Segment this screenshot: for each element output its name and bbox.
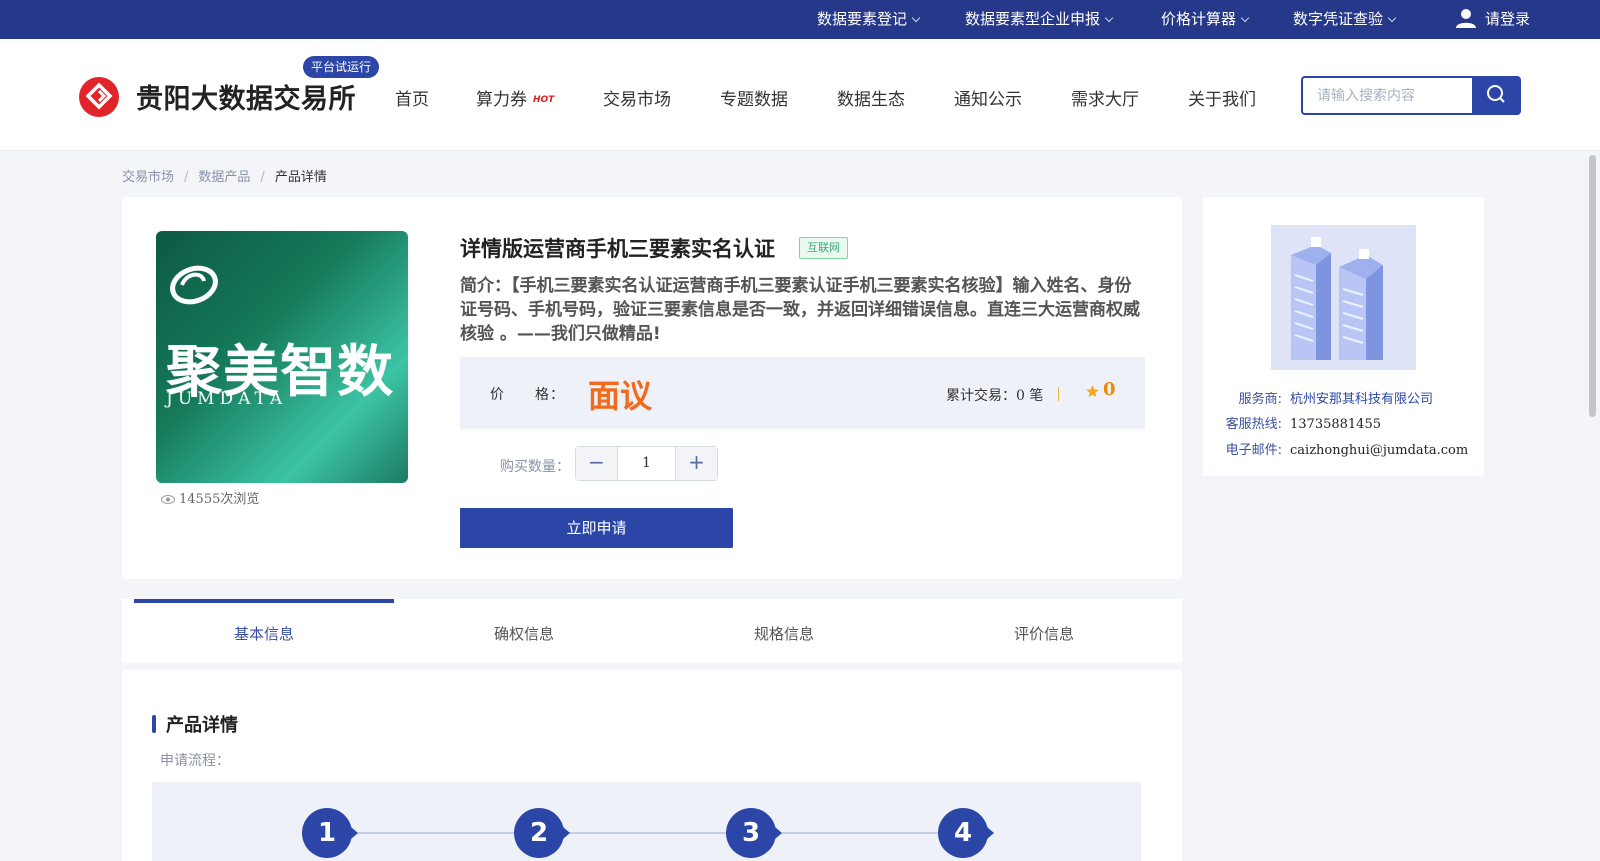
section-title: 产品详情 bbox=[152, 711, 238, 737]
nav-market[interactable]: 交易市场 bbox=[603, 85, 671, 110]
nav-ecosystem[interactable]: 数据生态 bbox=[837, 85, 905, 110]
product-description: 简介：【手机三要素实名认证运营商手机三要素认证手机三要素实名核验】输入姓名、身份… bbox=[460, 276, 1140, 344]
breadcrumb: 交易市场 / 数据产品 / 产品详情 bbox=[122, 170, 327, 185]
trial-badge: 平台试运行 bbox=[303, 56, 380, 78]
nav-demand-hall[interactable]: 需求大厅 bbox=[1071, 85, 1139, 110]
eye-icon bbox=[161, 495, 175, 504]
email-label: 电子邮件: bbox=[1225, 443, 1282, 458]
nav-compute-voucher[interactable]: 算力券 bbox=[476, 85, 527, 110]
page-scrollbar[interactable] bbox=[1585, 151, 1600, 861]
service-provider-link[interactable]: 杭州安那其科技有限公司 bbox=[1290, 392, 1433, 407]
hotline-label: 客服热线: bbox=[1225, 417, 1282, 432]
tab-review-info[interactable]: 评价信息 bbox=[914, 599, 1174, 663]
search-box bbox=[1301, 76, 1473, 115]
hot-badge: HOT bbox=[533, 95, 555, 105]
nav-topic-data[interactable]: 专题数据 bbox=[720, 85, 788, 110]
topbar-item-enterprise-declare[interactable]: 数据要素型企业申报 bbox=[965, 0, 1114, 39]
provider-hotline-row: 客服热线: 13735881455 bbox=[1220, 413, 1381, 432]
flow-step-2: 2 bbox=[514, 808, 570, 858]
product-image-brand-en: JUMDATA bbox=[166, 389, 288, 409]
search-input[interactable] bbox=[1303, 78, 1473, 113]
detail-tabs: 基本信息 确权信息 规格信息 评价信息 bbox=[122, 599, 1182, 663]
breadcrumb-products[interactable]: 数据产品 bbox=[198, 170, 250, 185]
cumulative-trade: 累计交易：0 笔 bbox=[946, 388, 1044, 404]
building-illustration bbox=[1271, 225, 1416, 370]
quantity-label: 购买数量： bbox=[500, 459, 570, 475]
apply-now-button[interactable]: 立即申请 bbox=[460, 508, 733, 548]
price-panel: 价 格： 面议 累计交易：0 笔 0 bbox=[460, 357, 1145, 429]
breadcrumb-current: 产品详情 bbox=[274, 170, 327, 185]
product-title: 详情版运营商手机三要素实名认证 bbox=[460, 237, 775, 261]
logo-icon[interactable] bbox=[79, 77, 119, 117]
divider bbox=[1058, 387, 1059, 401]
price-label: 价 格： bbox=[490, 387, 565, 403]
tab-spec-info[interactable]: 规格信息 bbox=[654, 599, 914, 663]
provider-email-row: 电子邮件: caizhonghui@jumdata.com bbox=[1220, 439, 1469, 458]
search-button[interactable] bbox=[1472, 76, 1521, 115]
user-icon bbox=[1456, 8, 1476, 28]
chevron-down-icon bbox=[911, 13, 921, 23]
tab-rights-info[interactable]: 确权信息 bbox=[394, 599, 654, 663]
flow-step-4: 4 bbox=[938, 808, 994, 858]
view-count: 14555次浏览 bbox=[161, 488, 259, 507]
nav-about-us[interactable]: 关于我们 bbox=[1188, 85, 1256, 110]
nav-home[interactable]: 首页 bbox=[395, 85, 429, 110]
tab-basic-info[interactable]: 基本信息 bbox=[134, 599, 394, 663]
email-value: caizhonghui@jumdata.com bbox=[1290, 443, 1469, 458]
breadcrumb-market[interactable]: 交易市场 bbox=[122, 170, 174, 185]
quantity-decrease-button[interactable]: − bbox=[576, 447, 617, 480]
application-flow bbox=[152, 782, 1141, 861]
topbar-item-voucher-verify[interactable]: 数字凭证查验 bbox=[1293, 0, 1397, 39]
provider-service-row: 服务商: 杭州安那其科技有限公司 bbox=[1220, 388, 1433, 407]
topbar-item-data-registration[interactable]: 数据要素登记 bbox=[817, 0, 921, 39]
price-value: 面议 bbox=[588, 377, 653, 415]
nav-notices[interactable]: 通知公示 bbox=[954, 85, 1022, 110]
flow-step-1: 1 bbox=[302, 808, 358, 858]
flow-label: 申请流程： bbox=[160, 753, 230, 769]
chevron-down-icon bbox=[1387, 13, 1397, 23]
product-image: 聚美智数 JUMDATA bbox=[156, 231, 408, 483]
category-tag: 互联网 bbox=[799, 237, 848, 259]
quantity-increase-button[interactable]: + bbox=[676, 447, 717, 480]
service-label: 服务商: bbox=[1238, 392, 1282, 407]
site-logo-text[interactable]: 贵阳大数据交易所 bbox=[136, 77, 356, 116]
flow-connector bbox=[324, 832, 964, 834]
top-bar: 数据要素登记 数据要素型企业申报 价格计算器 数字凭证查验 请登录 bbox=[0, 0, 1600, 39]
topbar-item-price-calculator[interactable]: 价格计算器 bbox=[1161, 0, 1250, 39]
quantity-stepper: − 1 + bbox=[575, 446, 718, 481]
star-icon bbox=[1086, 385, 1099, 398]
star-count: 0 bbox=[1103, 379, 1116, 400]
login-button[interactable]: 请登录 bbox=[1455, 0, 1530, 39]
chevron-down-icon bbox=[1104, 13, 1114, 23]
scrollbar-thumb[interactable] bbox=[1589, 155, 1596, 417]
chevron-down-icon bbox=[1240, 13, 1250, 23]
search-icon bbox=[1487, 85, 1505, 103]
flow-step-3: 3 bbox=[726, 808, 782, 858]
hotline-value: 13735881455 bbox=[1290, 417, 1381, 432]
jumdata-logo-icon bbox=[170, 265, 218, 305]
quantity-value[interactable]: 1 bbox=[617, 447, 676, 480]
